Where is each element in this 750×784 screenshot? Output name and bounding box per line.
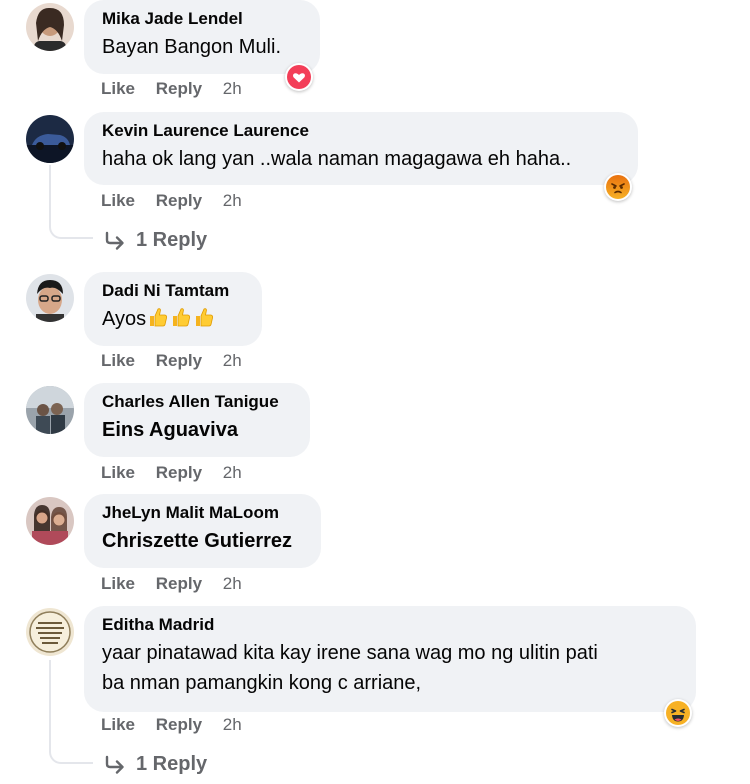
comment-actions: Like Reply 2h	[101, 463, 242, 483]
like-button[interactable]: Like	[101, 463, 135, 482]
comment-text: Ayos	[102, 306, 244, 335]
avatar[interactable]	[26, 497, 74, 545]
thumbs-up-icon	[147, 306, 169, 335]
avatar[interactable]	[26, 115, 74, 163]
view-replies-label: 1 Reply	[136, 753, 208, 775]
comment-author[interactable]: Kevin Laurence Laurence	[102, 121, 620, 141]
comment-actions: Like Reply 2h	[101, 574, 242, 594]
like-button[interactable]: Like	[101, 351, 135, 370]
comment-bubble: JheLyn Malit MaLoom Chriszette Gutierrez	[84, 494, 321, 568]
thumbs-up-icon	[170, 306, 192, 335]
view-replies-button[interactable]: 1 Reply	[104, 229, 207, 252]
reply-arrow-icon	[105, 755, 124, 774]
view-replies-label: 1 Reply	[136, 229, 208, 251]
reply-button[interactable]: Reply	[156, 463, 202, 482]
comment-author[interactable]: Dadi Ni Tamtam	[102, 281, 244, 301]
reply-button[interactable]: Reply	[156, 79, 202, 98]
comment-bubble: Charles Allen Tanigue Eins Aguaviva	[84, 383, 310, 457]
tagged-user[interactable]: Eins Aguaviva	[102, 417, 292, 443]
comment-text: Bayan Bangon Muli.	[102, 36, 282, 58]
comment-author[interactable]: Charles Allen Tanigue	[102, 392, 292, 412]
timestamp[interactable]: 2h	[223, 715, 242, 734]
timestamp[interactable]: 2h	[223, 351, 242, 370]
comment-text-line-2: ba nman pamangkin kong c arriane,	[102, 672, 422, 694]
reply-button[interactable]: Reply	[156, 715, 202, 734]
reply-arrow-icon	[105, 231, 124, 250]
tagged-user[interactable]: Chriszette Gutierrez	[102, 528, 303, 554]
avatar[interactable]	[26, 386, 74, 434]
comment-bubble: Kevin Laurence Laurence haha ok lang yan…	[84, 112, 638, 185]
comment-actions: Like Reply 2h	[101, 715, 242, 735]
thumbs-up-icon	[193, 306, 215, 335]
heart-reaction-icon[interactable]	[285, 63, 313, 91]
timestamp[interactable]: 2h	[223, 79, 242, 98]
avatar[interactable]	[26, 274, 74, 322]
timestamp[interactable]: 2h	[223, 574, 242, 593]
haha-reaction-icon[interactable]	[664, 699, 692, 727]
comment-actions: Like Reply 2h	[101, 351, 242, 371]
comment-author[interactable]: Editha Madrid	[102, 615, 678, 635]
like-button[interactable]: Like	[101, 574, 135, 593]
comment-text-line-1: yaar pinatawad kita kay irene sana wag m…	[102, 642, 598, 664]
reply-button[interactable]: Reply	[156, 351, 202, 370]
angry-reaction-icon[interactable]	[604, 173, 632, 201]
thread-line	[49, 660, 93, 764]
like-button[interactable]: Like	[101, 79, 135, 98]
comment-text: haha ok lang yan ..wala naman magagawa e…	[102, 148, 572, 170]
view-replies-button[interactable]: 1 Reply	[104, 753, 207, 776]
comment-actions: Like Reply 2h	[101, 79, 242, 99]
comment-author[interactable]: Mika Jade Lendel	[102, 9, 302, 29]
comment-text-content: Ayos	[102, 308, 147, 330]
like-button[interactable]: Like	[101, 191, 135, 210]
comment-bubble: Editha Madrid yaar pinatawad kita kay ir…	[84, 606, 696, 712]
timestamp[interactable]: 2h	[223, 463, 242, 482]
like-button[interactable]: Like	[101, 715, 135, 734]
avatar[interactable]	[26, 608, 74, 656]
comment-actions: Like Reply 2h	[101, 191, 242, 211]
comment-author[interactable]: JheLyn Malit MaLoom	[102, 503, 303, 523]
avatar[interactable]	[26, 3, 74, 51]
comment-bubble: Dadi Ni Tamtam Ayos	[84, 272, 262, 346]
thread-line	[49, 165, 93, 239]
reply-button[interactable]: Reply	[156, 574, 202, 593]
comment-bubble: Mika Jade Lendel Bayan Bangon Muli.	[84, 0, 320, 74]
reply-button[interactable]: Reply	[156, 191, 202, 210]
timestamp[interactable]: 2h	[223, 191, 242, 210]
